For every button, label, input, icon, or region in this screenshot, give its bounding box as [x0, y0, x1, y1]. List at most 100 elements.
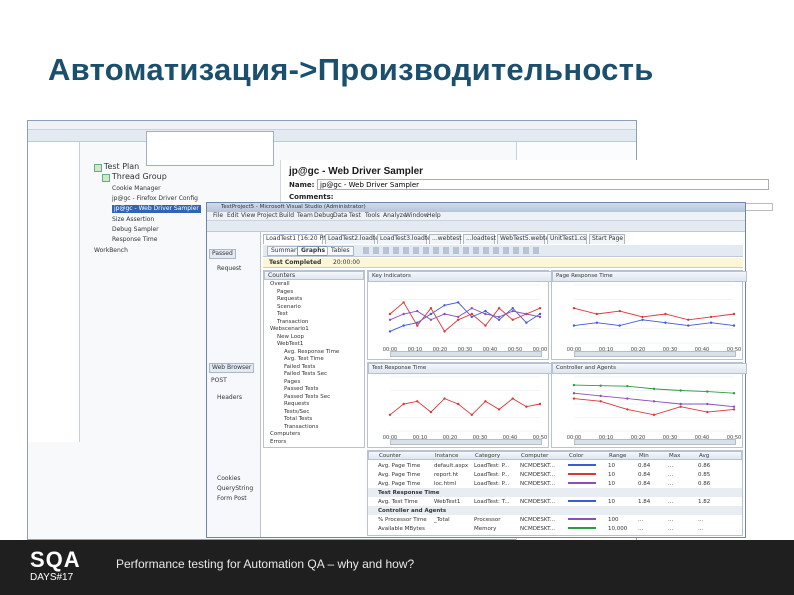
table-column-header[interactable]: Min — [639, 452, 649, 460]
tree-item[interactable]: Size Assertion — [112, 216, 154, 224]
counter-tree-item[interactable]: Tests/Sec — [284, 409, 309, 416]
tree-item[interactable]: Debug Sampler — [112, 226, 159, 234]
table-cell: ... — [638, 526, 644, 532]
counter-tree-item[interactable]: Passed Tests Sec — [284, 394, 330, 401]
series-point — [416, 400, 419, 403]
counter-tree-item[interactable]: Failed Tests Sec — [284, 371, 327, 378]
menu-item[interactable]: Analyze — [383, 212, 407, 220]
table-cell: Avg. Page Time — [378, 472, 421, 478]
table-row[interactable]: Test Response Time — [368, 488, 742, 497]
table-cell: 1.84 — [638, 499, 651, 505]
table-column-header[interactable]: Computer — [521, 452, 548, 460]
counter-tree-item[interactable]: Total Tests — [284, 416, 312, 423]
counter-tree-item[interactable]: Errors — [270, 439, 286, 446]
tree-item[interactable]: WorkBench — [94, 247, 128, 255]
menu-item[interactable]: Tools — [365, 212, 380, 220]
chart-scrollbar[interactable] — [390, 439, 542, 445]
menu-item[interactable]: View — [241, 212, 255, 220]
table-row[interactable]: Avg. Page Time report.ht LoadTest: P... NCM… — [368, 470, 742, 479]
menu-item[interactable]: Team — [297, 212, 313, 220]
chart-key-indicators: Key Indicators 00:00 00:10 00:20 00:30 00:40 0… — [367, 270, 553, 360]
menu-item[interactable]: Build — [279, 212, 294, 220]
table-column-header[interactable]: Avg — [699, 452, 709, 460]
table-row[interactable]: Avg. Test Time WebTest1 LoadTest: T... NCMD… — [368, 497, 742, 506]
counter-tree-item[interactable]: WebTest1 — [277, 341, 303, 348]
table-row[interactable]: Avg. Page Time default.aspx LoadTest: P...… — [368, 461, 742, 470]
counter-tree-item[interactable]: Transactions — [284, 424, 318, 431]
menu-item[interactable]: Data — [333, 212, 347, 220]
counter-tree-item[interactable]: Transaction — [277, 319, 308, 326]
table-column-header[interactable]: Counter — [379, 452, 401, 460]
doc-tab[interactable]: ...loadtest — [463, 234, 497, 244]
menu-item[interactable]: Help — [427, 212, 441, 220]
doc-tab[interactable]: UnitTest1.cs — [547, 234, 587, 244]
menu-item[interactable]: Debug — [314, 212, 334, 220]
table-column-header[interactable]: Color — [569, 452, 583, 460]
doc-tab[interactable]: LoadTest2.loadtest — [325, 234, 384, 244]
counter-tree-item[interactable]: Requests — [284, 401, 309, 408]
doc-tab[interactable]: ...webtest — [429, 234, 462, 244]
view-tab-graphs[interactable]: Graphs — [297, 246, 330, 256]
counter-tree-item[interactable]: Computers — [270, 431, 300, 438]
table-cell: 0.85 — [698, 472, 711, 478]
tree-item-thread-group[interactable]: Thread Group — [102, 173, 167, 182]
series-point — [572, 397, 576, 400]
tree-item[interactable]: jp@gc - Firefox Driver Config — [112, 195, 198, 203]
doc-tab[interactable]: WebTest5.webtest — [497, 234, 555, 244]
table-cell: 100 — [608, 517, 619, 523]
counter-tree-item[interactable]: Scenario — [277, 304, 301, 311]
menu-item[interactable]: Edit — [227, 212, 239, 220]
table-column-header[interactable]: Range — [609, 452, 626, 460]
table-column-header[interactable]: Instance — [435, 452, 458, 460]
series-point — [416, 309, 419, 313]
table-row[interactable]: Controller and Agents — [368, 506, 742, 515]
counter-tree-item[interactable]: Failed Tests — [284, 364, 315, 371]
table-cell: NCMDESKT... — [520, 472, 556, 478]
menu-item[interactable]: Window — [405, 212, 429, 220]
name-field[interactable] — [317, 179, 769, 190]
table-row[interactable]: Available MBytes Memory NCMDESKT... 10,000.… — [368, 524, 742, 533]
tree-label: Debug Sampler — [112, 226, 159, 233]
counter-tree-item[interactable]: Avg. Response Time — [284, 349, 339, 356]
table-row[interactable]: % Processor Time _Total Processor NCMDESKT.… — [368, 515, 742, 524]
doc-tab[interactable]: LoadTest1 [16:20 PM] — [263, 234, 331, 244]
counter-tree-item[interactable]: Test — [277, 311, 288, 318]
tree-item[interactable]: Response Time — [112, 236, 157, 244]
view-tab-tables[interactable]: Tables — [327, 246, 354, 256]
counter-tree-item[interactable]: Pages — [277, 289, 293, 296]
color-swatch — [568, 464, 596, 466]
doc-tab-label: LoadTest2.loadtest — [328, 235, 385, 242]
series-point — [443, 330, 446, 333]
comments-label: Comments: — [289, 193, 334, 201]
counter-tree-item[interactable]: New Loop — [277, 334, 304, 341]
table-column-header[interactable]: Max — [669, 452, 680, 460]
tree-item-test-plan[interactable]: Test Plan — [94, 163, 139, 172]
chart-scrollbar[interactable] — [574, 351, 736, 357]
counter-tree-item[interactable]: Webscenario1 — [270, 326, 309, 333]
status-text: Test Completed — [269, 259, 322, 266]
tree-item[interactable]: Cookie Manager — [112, 185, 161, 193]
counter-tree-item[interactable]: Overall — [270, 281, 290, 288]
counter-tree-item[interactable]: Requests — [277, 296, 302, 303]
menu-item[interactable]: Project — [257, 212, 278, 220]
menu-item[interactable]: Test — [349, 212, 361, 220]
counter-tree-item[interactable]: Passed Tests — [284, 386, 319, 393]
chart-scrollbar[interactable] — [574, 439, 736, 445]
tree-item-selected[interactable]: jp@gc - Web Driver Sampler — [112, 205, 201, 213]
table-cell: LoadTest: P... — [474, 463, 510, 469]
doc-tab[interactable]: LoadTest3.loadtest — [377, 234, 436, 244]
tab-web-browser[interactable]: Web Browser — [209, 363, 255, 373]
series-point — [538, 402, 542, 406]
counter-tree-item[interactable]: Avg. Test Time — [284, 356, 324, 363]
table-column-header[interactable]: Category — [475, 452, 500, 460]
counter-tree-item[interactable]: Pages — [284, 379, 300, 386]
doc-tab-label: ...loadtest — [466, 235, 497, 242]
table-cell: _Total — [434, 517, 450, 523]
tab-passed[interactable]: Passed — [209, 249, 236, 259]
chart-plot: 00:00 00:10 00:20 00:30 00:40 00:50 — [567, 284, 741, 353]
doc-tab[interactable]: Start Page — [589, 234, 625, 244]
table-row[interactable]: Avg. Page Time loc.html LoadTest: P... NCMD… — [368, 479, 742, 488]
table-cell: Avg. Page Time — [378, 481, 421, 487]
chart-scrollbar[interactable] — [390, 351, 542, 357]
menu-item[interactable]: File — [213, 212, 223, 220]
